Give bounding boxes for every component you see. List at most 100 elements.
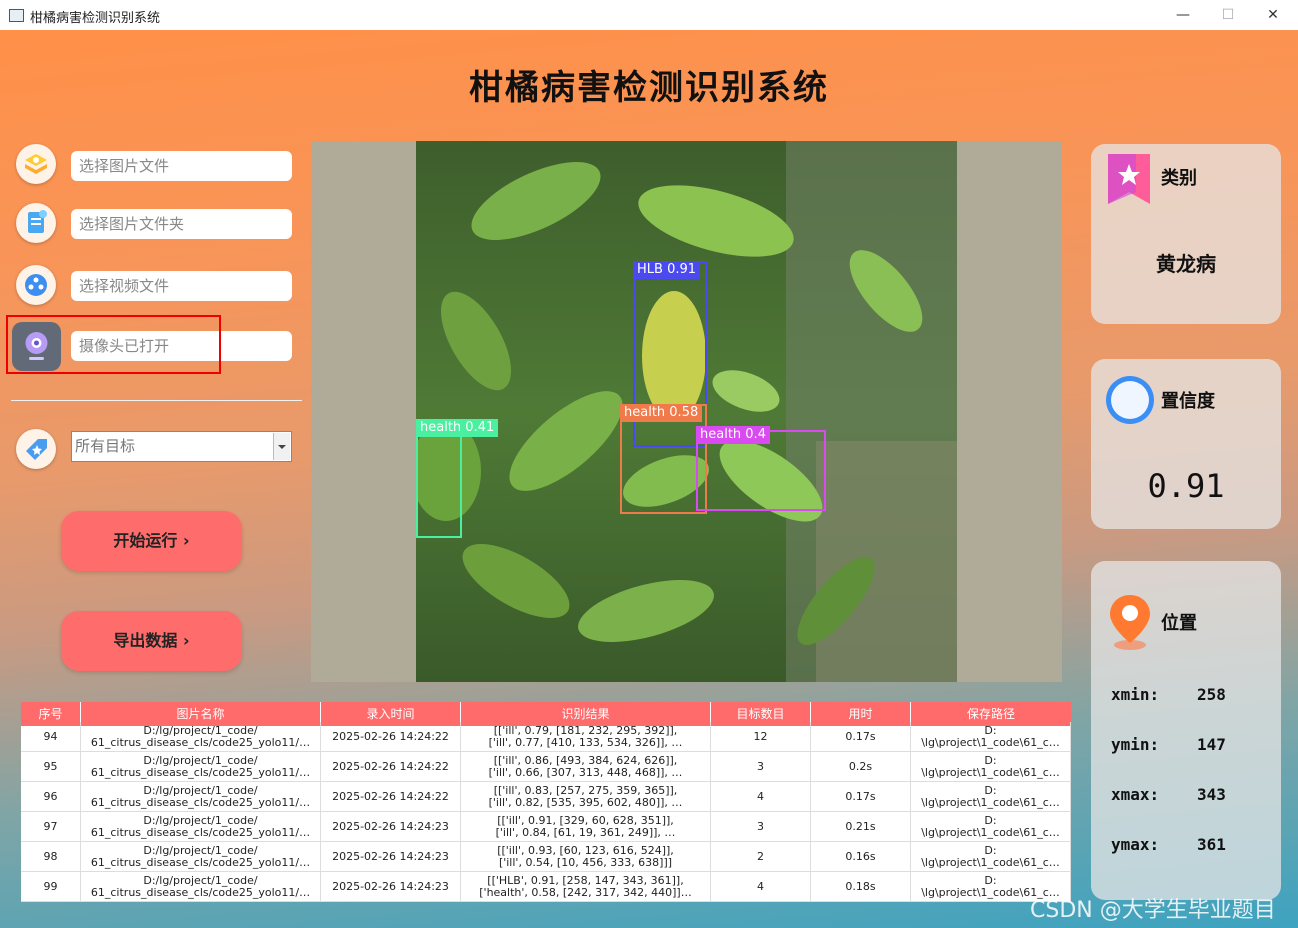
cell-id: 94	[21, 722, 81, 752]
cell-result-line: ['ill', 0.54, [10, 456, 333, 638]]]	[498, 856, 673, 869]
divider	[11, 400, 302, 401]
cell-result: [['ill', 0.83, [257, 275, 359, 365]], ['i…	[461, 782, 711, 812]
cell-name: D:/lg/project/1_code/61_citrus_disease_c…	[81, 812, 321, 842]
cell-duration: 0.21s	[811, 812, 911, 842]
image-file-field[interactable]: 选择图片文件	[71, 151, 292, 181]
cell-result: [['ill', 0.93, [60, 123, 616, 524]], ['il…	[461, 842, 711, 872]
table-row[interactable]: 98 D:/lg/project/1_code/61_citrus_disease…	[21, 842, 1071, 872]
ymax-label: ymax:	[1111, 835, 1160, 854]
cell-name: D:/lg/project/1_code/61_citrus_disease_c…	[81, 752, 321, 782]
cell-result-line: ['ill', 0.66, [307, 313, 448, 468]], …	[488, 766, 683, 779]
table-row[interactable]: 97 D:/lg/project/1_code/61_citrus_disease…	[21, 812, 1071, 842]
table-row[interactable]: 96 D:/lg/project/1_code/61_citrus_disease…	[21, 782, 1071, 812]
cell-path-line: \lg\project\1_code\61_c…	[921, 796, 1060, 809]
ymax-row: ymax: 361	[1111, 835, 1226, 854]
ymin-value: 147	[1197, 735, 1226, 754]
xmax-label: xmax:	[1111, 785, 1160, 804]
position-label: 位置	[1161, 613, 1197, 634]
results-table[interactable]: 序号 图片名称 录入时间 识别结果 目标数目 用时 保存路径 94 D:/lg/p…	[21, 702, 1071, 902]
image-folder-icon[interactable]	[16, 203, 56, 243]
highlight-box	[6, 315, 221, 374]
cell-count: 12	[711, 722, 811, 752]
cell-duration: 0.18s	[811, 872, 911, 902]
cell-name: D:/lg/project/1_code/61_citrus_disease_c…	[81, 782, 321, 812]
image-folder-field[interactable]: 选择图片文件夹	[71, 209, 292, 239]
cell-duration: 0.2s	[811, 752, 911, 782]
video-file-icon[interactable]	[16, 265, 56, 305]
cell-path-line: \lg\project\1_code\61_c…	[921, 856, 1060, 869]
minimize-button[interactable]: —	[1160, 3, 1206, 27]
xmax-value: 343	[1197, 785, 1226, 804]
xmax-row: xmax: 343	[1111, 785, 1226, 804]
detection-label-hlb: HLB 0.91	[633, 261, 701, 279]
cell-name: D:/lg/project/1_code/61_citrus_disease_c…	[81, 722, 321, 752]
cell-id: 95	[21, 752, 81, 782]
window-titlebar: 柑橘病害检测识别系统 — ☐ ✕	[0, 0, 1298, 31]
watermark: CSDN @大学生毕业题目	[1030, 898, 1276, 923]
cell-name-line: 61_citrus_disease_cls/code25_yolo11/…	[90, 856, 311, 869]
detection-label-health-058: health 0.58	[620, 404, 703, 422]
video-file-field[interactable]: 选择视频文件	[71, 271, 292, 301]
image-file-icon[interactable]	[16, 144, 56, 184]
cell-duration: 0.16s	[811, 842, 911, 872]
location-pin-icon	[1105, 591, 1155, 655]
cell-name: D:/lg/project/1_code/61_citrus_disease_c…	[81, 842, 321, 872]
confidence-label: 置信度	[1161, 391, 1215, 412]
cell-duration: 0.17s	[811, 782, 911, 812]
bookmark-star-icon	[1106, 152, 1152, 210]
target-tag-icon	[16, 429, 56, 469]
xmin-row: xmin: 258	[1111, 685, 1226, 704]
maximize-button[interactable]: ☐	[1205, 3, 1251, 27]
table-row[interactable]: 99 D:/lg/project/1_code/61_citrus_disease…	[21, 872, 1071, 902]
confidence-value: 0.91	[1147, 467, 1225, 505]
cell-id: 96	[21, 782, 81, 812]
close-button[interactable]: ✕	[1250, 3, 1296, 27]
cell-path: D: \lg\project\1_code\61_c…	[911, 812, 1071, 842]
cell-result: [['HLB', 0.91, [258, 147, 343, 361]], ['h…	[461, 872, 711, 902]
cell-name-line: 61_citrus_disease_cls/code25_yolo11/…	[90, 736, 311, 749]
cell-time: 2025-02-26 14:24:22	[321, 752, 461, 782]
run-button[interactable]: 开始运行 ›	[61, 511, 242, 571]
table-row[interactable]: 94 D:/lg/project/1_code/61_citrus_disease…	[21, 722, 1071, 752]
cell-path-line: \lg\project\1_code\61_c…	[921, 736, 1060, 749]
cell-path: D: \lg\project\1_code\61_c…	[911, 782, 1071, 812]
cell-name-line: 61_citrus_disease_cls/code25_yolo11/…	[90, 886, 311, 899]
page-title: 柑橘病害检测识别系统	[469, 68, 829, 108]
app-window-icon	[9, 9, 24, 22]
app-main: 柑橘病害检测识别系统 选择图片文件 选择图片文件夹 选择视频文件 摄像头已打开 …	[0, 30, 1298, 928]
cell-id: 99	[21, 872, 81, 902]
cell-duration: 0.17s	[811, 722, 911, 752]
detection-label-health-04: health 0.4	[696, 426, 770, 444]
cell-result-line: ['ill', 0.82, [535, 395, 602, 480]], …	[488, 796, 683, 809]
cell-result-line: ['health', 0.58, [242, 317, 342, 440]]…	[479, 886, 692, 899]
cell-id: 97	[21, 812, 81, 842]
cell-count: 4	[711, 872, 811, 902]
target-select-value: 所有目标	[75, 437, 136, 455]
window-title: 柑橘病害检测识别系统	[30, 11, 161, 26]
category-card: 类别 黄龙病	[1091, 144, 1281, 324]
cell-time: 2025-02-26 14:24:23	[321, 872, 461, 902]
cell-result-line: ['ill', 0.77, [410, 133, 534, 326]], …	[488, 736, 683, 749]
cell-result: [['ill', 0.91, [329, 60, 628, 351]], ['il…	[461, 812, 711, 842]
cell-result: [['ill', 0.79, [181, 232, 295, 392]], ['i…	[461, 722, 711, 752]
table-row[interactable]: 95 D:/lg/project/1_code/61_citrus_disease…	[21, 752, 1071, 782]
cell-count: 3	[711, 752, 811, 782]
cell-path: D: \lg\project\1_code\61_c…	[911, 752, 1071, 782]
cell-name-line: 61_citrus_disease_cls/code25_yolo11/…	[90, 766, 311, 779]
cell-id: 98	[21, 842, 81, 872]
cell-name: D:/lg/project/1_code/61_citrus_disease_c…	[81, 872, 321, 902]
export-button[interactable]: 导出数据 ›	[61, 611, 242, 671]
cell-result-line: ['ill', 0.84, [61, 19, 361, 249]], …	[495, 826, 676, 839]
cell-time: 2025-02-26 14:24:23	[321, 842, 461, 872]
cell-time: 2025-02-26 14:24:23	[321, 812, 461, 842]
target-select[interactable]: 所有目标	[71, 431, 292, 462]
ymin-label: ymin:	[1111, 735, 1160, 754]
category-label: 类别	[1161, 168, 1197, 189]
chevron-down-icon[interactable]	[273, 433, 290, 460]
cell-result: [['ill', 0.86, [493, 384, 624, 626]], ['i…	[461, 752, 711, 782]
confidence-card: 置信度 0.91	[1091, 359, 1281, 529]
ymin-row: ymin: 147	[1111, 735, 1226, 754]
detection-label-health-041: health 0.41	[416, 419, 499, 437]
confidence-gauge-icon	[1103, 373, 1157, 431]
detection-image: HLB 0.91 health 0.58 health 0.4 health 0…	[411, 141, 957, 682]
